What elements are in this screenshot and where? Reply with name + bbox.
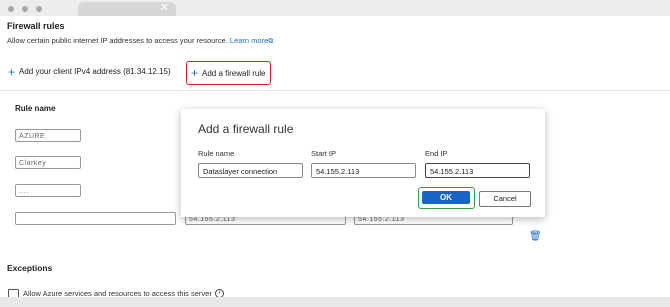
rule-name-input[interactable]: AZURE [15,129,81,142]
cancel-button[interactable]: Cancel [479,191,531,207]
plus-icon: + [8,64,16,79]
dialog-rule-name-input[interactable]: Dataslayer connection [198,163,303,178]
ok-button-highlight: OK [418,187,475,209]
window-dot-minimize[interactable] [22,6,28,12]
page-content: Firewall rules Allow certain public inte… [0,16,670,300]
plus-icon: + [191,66,199,80]
dialog-start-ip-input[interactable]: 54.155.2.113 [311,163,416,178]
add-firewall-rule-dialog: Add a firewall rule Rule name Start IP E… [181,109,545,217]
add-client-ip-label: Add your client IPv4 address (81.34.12.1… [19,67,171,76]
command-bar: + Add your client IPv4 address (81.34.12… [0,54,670,91]
bottom-bar [0,297,670,307]
dialog-title: Add a firewall rule [198,122,294,136]
rule-name-input[interactable] [15,212,176,225]
tab-close-icon[interactable]: ✕ [160,1,169,14]
section-title: Firewall rules [7,21,65,31]
learn-more-link[interactable]: Learn more⧉ [230,36,273,45]
start-ip-label: Start IP [311,149,337,158]
end-ip-label: End IP [425,149,448,158]
browser-chrome: ✕ [0,0,670,16]
rule-name-label: Rule name [198,149,235,158]
window-dot-close[interactable] [8,6,14,12]
section-description: Allow certain public internet IP address… [7,36,273,46]
dialog-end-ip-input[interactable]: 54.155.2.113 [425,163,530,178]
add-client-ip-button[interactable]: + Add your client IPv4 address (81.34.12… [8,64,171,79]
rule-name-input[interactable]: .... [15,184,81,197]
trash-icon[interactable]: 🗑 [529,231,542,242]
add-firewall-rule-button[interactable]: + Add a firewall rule [186,61,271,85]
browser-tab[interactable]: ✕ [78,2,176,16]
ok-button[interactable]: OK [422,191,470,204]
description-text: Allow certain public internet IP address… [7,36,228,45]
window-dot-maximize[interactable] [36,6,42,12]
external-link-icon: ⧉ [268,38,274,45]
exceptions-title: Exceptions [7,263,53,273]
rule-name-input[interactable]: Clarkey [15,156,81,169]
column-header-rule-name: Rule name [15,104,56,113]
add-firewall-rule-label: Add a firewall rule [202,68,266,78]
